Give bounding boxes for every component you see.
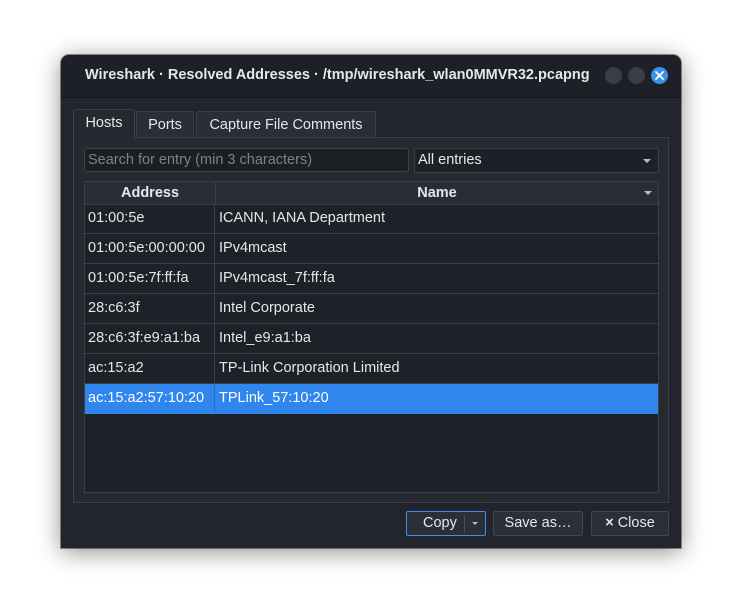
close-button-label: Close <box>617 515 655 531</box>
table-header: Address Name <box>85 182 658 205</box>
window-close-button[interactable] <box>651 67 668 84</box>
sort-indicator-icon <box>644 191 652 195</box>
save-as-button[interactable]: Save as… <box>493 511 583 536</box>
address-cell: 28:c6:3f <box>85 294 215 323</box>
chevron-down-icon[interactable] <box>472 522 478 525</box>
hosts-table[interactable]: Address Name 01:00:5e ICANN, IANA Depart… <box>84 181 659 493</box>
copy-button-divider <box>464 515 465 532</box>
name-cell: Intel Corporate <box>219 300 315 316</box>
chevron-down-icon <box>643 159 651 163</box>
maximize-button[interactable] <box>628 67 645 84</box>
address-cell: ac:15:a2 <box>85 354 215 383</box>
search-input[interactable] <box>84 148 409 172</box>
address-cell: 01:00:5e:00:00:00 <box>85 234 215 263</box>
entries-filter-value: All entries <box>418 152 482 168</box>
resolved-addresses-dialog: Wireshark · Resolved Addresses · /tmp/wi… <box>61 55 681 548</box>
copy-button-label: Copy <box>423 515 457 531</box>
address-cell: ac:15:a2:57:10:20 <box>85 384 215 413</box>
tab-hosts[interactable]: Hosts <box>73 109 135 138</box>
column-header-name[interactable]: Name <box>216 182 658 204</box>
close-icon: × <box>605 515 614 531</box>
table-row-selected[interactable]: ac:15:a2:57:10:20 TPLink_57:10:20 <box>85 384 658 414</box>
title-bar[interactable]: Wireshark · Resolved Addresses · /tmp/wi… <box>61 55 681 98</box>
address-cell: 01:00:5e <box>85 204 215 233</box>
hosts-panel: All entries Address Name 01:00:5e ICANN,… <box>73 137 669 503</box>
column-header-address[interactable]: Address <box>85 182 216 204</box>
table-row[interactable]: 01:00:5e:7f:ff:fa IPv4mcast_7f:ff:fa <box>85 264 658 294</box>
tab-capture-file-comments[interactable]: Capture File Comments <box>196 111 376 138</box>
name-cell: Intel_e9:a1:ba <box>219 330 311 346</box>
table-row[interactable]: 01:00:5e:00:00:00 IPv4mcast <box>85 234 658 264</box>
table-row[interactable]: 01:00:5e ICANN, IANA Department <box>85 204 658 234</box>
entries-filter-select[interactable]: All entries <box>414 148 659 173</box>
column-header-name-label: Name <box>417 185 457 201</box>
table-row[interactable]: 28:c6:3f:e9:a1:ba Intel_e9:a1:ba <box>85 324 658 354</box>
close-button[interactable]: × Close <box>591 511 669 536</box>
name-cell: IPv4mcast <box>219 240 287 256</box>
table-row[interactable]: ac:15:a2 TP-Link Corporation Limited <box>85 354 658 384</box>
name-cell: TPLink_57:10:20 <box>219 390 329 406</box>
table-row[interactable]: 28:c6:3f Intel Corporate <box>85 294 658 324</box>
name-cell: TP-Link Corporation Limited <box>219 360 400 376</box>
minimize-button[interactable] <box>605 67 622 84</box>
tab-ports[interactable]: Ports <box>136 111 194 138</box>
window-title: Wireshark · Resolved Addresses · /tmp/wi… <box>85 67 590 83</box>
address-cell: 01:00:5e:7f:ff:fa <box>85 264 215 293</box>
copy-button[interactable]: Copy <box>406 511 486 536</box>
close-icon <box>655 71 664 80</box>
name-cell: ICANN, IANA Department <box>219 210 385 226</box>
address-cell: 28:c6:3f:e9:a1:ba <box>85 324 215 353</box>
name-cell: IPv4mcast_7f:ff:fa <box>219 270 335 286</box>
